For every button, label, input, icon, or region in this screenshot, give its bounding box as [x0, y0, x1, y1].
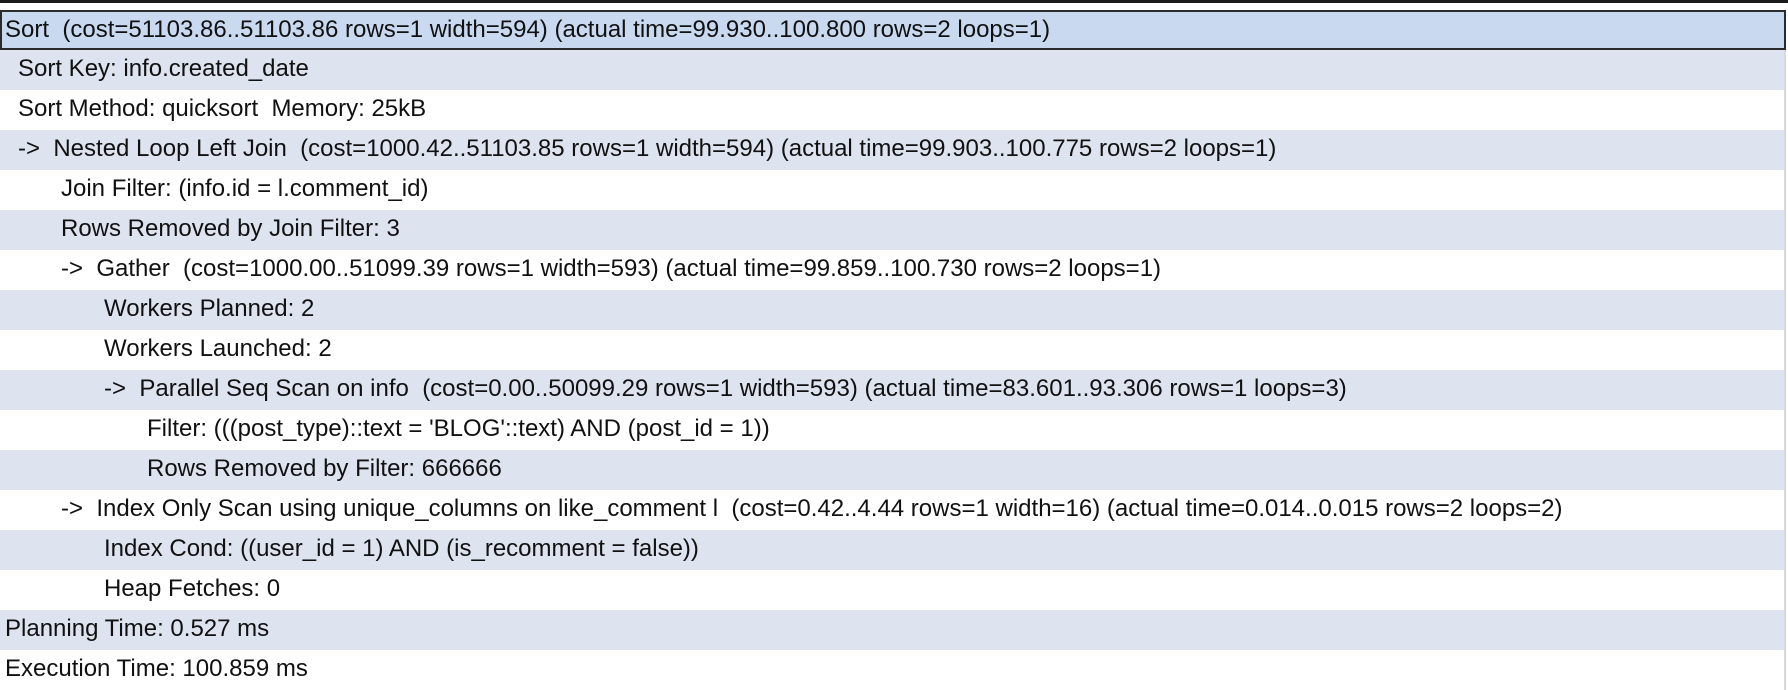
plan-row-text: Index Cond: ((user_id = 1) AND (is_recom… — [104, 535, 699, 562]
plan-row-text: -> Nested Loop Left Join (cost=1000.42..… — [18, 135, 1277, 162]
query-plan-list: Sort (cost=51103.86..51103.86 rows=1 wid… — [0, 10, 1788, 690]
plan-row-rows-removed-join[interactable]: Rows Removed by Join Filter: 3 — [0, 210, 1786, 250]
window-top-border — [0, 0, 1788, 10]
plan-row-sort[interactable]: Sort (cost=51103.86..51103.86 rows=1 wid… — [0, 10, 1786, 50]
plan-row-text: Heap Fetches: 0 — [104, 575, 281, 602]
plan-row-text: Rows Removed by Join Filter: 3 — [61, 215, 400, 242]
plan-row-sort-method[interactable]: Sort Method: quicksort Memory: 25kB — [0, 90, 1786, 130]
plan-row-index-cond[interactable]: Index Cond: ((user_id = 1) AND (is_recom… — [0, 530, 1786, 570]
plan-row-heap-fetches[interactable]: Heap Fetches: 0 — [0, 570, 1786, 610]
plan-row-workers-planned[interactable]: Workers Planned: 2 — [0, 290, 1786, 330]
plan-row-workers-launched[interactable]: Workers Launched: 2 — [0, 330, 1786, 370]
plan-row-text: Execution Time: 100.859 ms — [5, 655, 308, 682]
plan-row-index-only-scan[interactable]: -> Index Only Scan using unique_columns … — [0, 490, 1786, 530]
plan-row-filter[interactable]: Filter: (((post_type)::text = 'BLOG'::te… — [0, 410, 1786, 450]
plan-row-sort-key[interactable]: Sort Key: info.created_date — [0, 50, 1786, 90]
plan-row-text: Workers Planned: 2 — [104, 295, 315, 322]
plan-row-text: Join Filter: (info.id = l.comment_id) — [61, 175, 429, 202]
plan-row-gather[interactable]: -> Gather (cost=1000.00..51099.39 rows=1… — [0, 250, 1786, 290]
plan-row-text: -> Gather (cost=1000.00..51099.39 rows=1… — [61, 255, 1162, 282]
plan-row-rows-removed-filter[interactable]: Rows Removed by Filter: 666666 — [0, 450, 1786, 490]
plan-row-execution-time[interactable]: Execution Time: 100.859 ms — [0, 650, 1786, 690]
plan-row-text: Rows Removed by Filter: 666666 — [147, 455, 502, 482]
plan-row-text: Sort (cost=51103.86..51103.86 rows=1 wid… — [5, 16, 1051, 43]
plan-row-text: Filter: (((post_type)::text = 'BLOG'::te… — [147, 415, 770, 442]
plan-row-text: Planning Time: 0.527 ms — [5, 615, 270, 642]
plan-row-text: -> Parallel Seq Scan on info (cost=0.00.… — [104, 375, 1347, 402]
plan-row-text: -> Index Only Scan using unique_columns … — [61, 495, 1563, 522]
plan-row-parallel-seq-scan[interactable]: -> Parallel Seq Scan on info (cost=0.00.… — [0, 370, 1786, 410]
plan-row-join-filter[interactable]: Join Filter: (info.id = l.comment_id) — [0, 170, 1786, 210]
plan-row-nested-loop[interactable]: -> Nested Loop Left Join (cost=1000.42..… — [0, 130, 1786, 170]
plan-row-text: Workers Launched: 2 — [104, 335, 332, 362]
plan-row-planning-time[interactable]: Planning Time: 0.527 ms — [0, 610, 1786, 650]
plan-row-text: Sort Method: quicksort Memory: 25kB — [18, 95, 427, 122]
plan-row-text: Sort Key: info.created_date — [18, 55, 309, 82]
